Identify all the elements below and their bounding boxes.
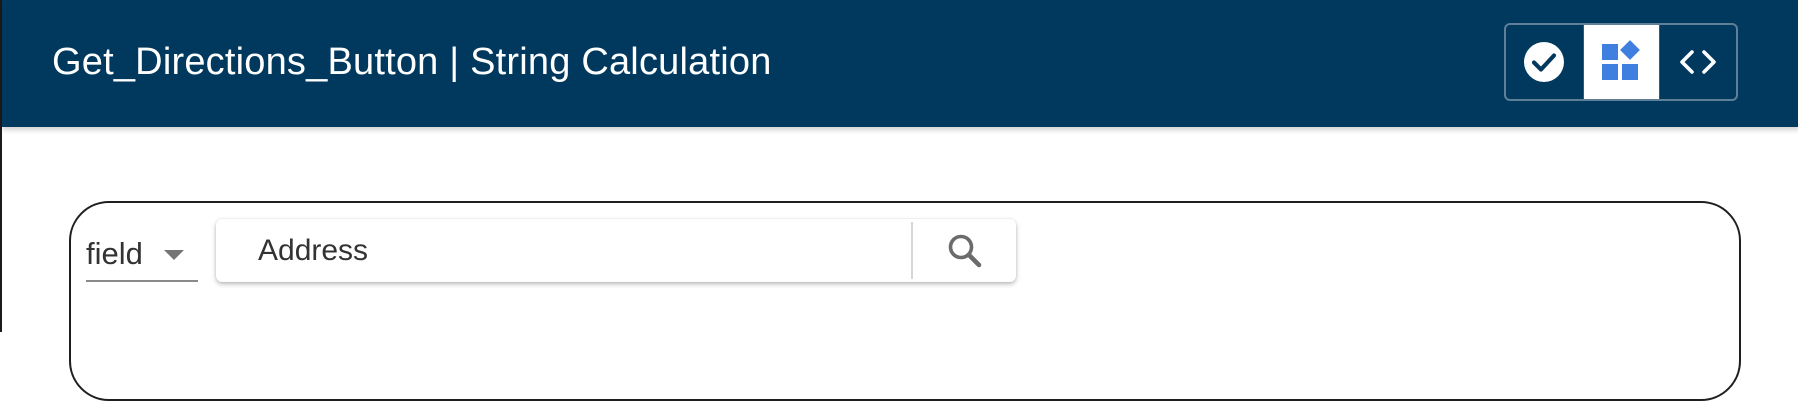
test-view-button[interactable] <box>1506 25 1583 99</box>
view-mode-toggle <box>1504 23 1738 101</box>
search-icon <box>948 234 981 267</box>
page-frame: Get_Directions_Button | String Calculati… <box>0 0 1798 401</box>
search-input[interactable] <box>216 219 911 282</box>
code-icon <box>1680 50 1716 74</box>
search-bar <box>216 219 1016 282</box>
search-button[interactable] <box>913 219 1016 282</box>
field-type-select[interactable]: field <box>86 228 198 282</box>
code-view-button[interactable] <box>1659 25 1736 99</box>
field-type-select-value: field <box>86 236 143 271</box>
app-header: Get_Directions_Button | String Calculati… <box>2 0 1798 127</box>
chevron-down-icon <box>164 250 184 260</box>
page-title: Get_Directions_Button | String Calculati… <box>52 41 772 83</box>
designer-view-button[interactable] <box>1582 25 1660 99</box>
widgets-icon <box>1602 40 1641 80</box>
check-circle-icon <box>1524 42 1565 82</box>
